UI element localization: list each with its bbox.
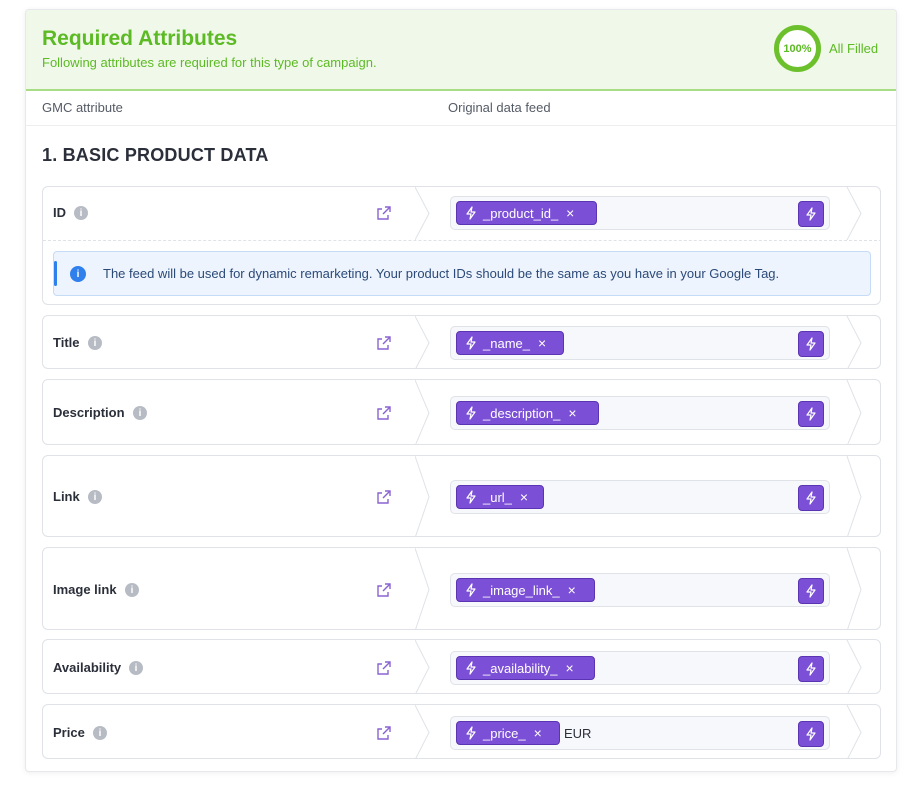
lightning-icon [465, 490, 477, 504]
data-feed-input[interactable]: _name_ × [450, 326, 830, 360]
lightning-icon [465, 336, 477, 350]
close-icon[interactable]: × [565, 661, 573, 675]
feed-field-chip[interactable]: _image_link_ × [456, 578, 595, 602]
external-link-icon[interactable] [376, 582, 392, 598]
attribute-row-link: Link i _url_ × [42, 455, 881, 537]
info-icon: i [70, 266, 86, 282]
column-header-gmc: GMC attribute [42, 100, 123, 115]
lightning-button[interactable] [798, 721, 824, 747]
close-icon[interactable]: × [568, 583, 576, 597]
chip-label: _image_link_ [483, 582, 560, 598]
feed-field-chip[interactable]: _availability_ × [456, 656, 595, 680]
lightning-icon [465, 726, 477, 740]
close-icon[interactable]: × [520, 490, 528, 504]
section-title: 1. BASIC PRODUCT DATA [42, 145, 269, 165]
lightning-button[interactable] [798, 656, 824, 682]
currency-suffix[interactable]: EUR [564, 726, 591, 741]
feed-field-chip[interactable]: _url_ × [456, 485, 544, 509]
close-icon[interactable]: × [534, 726, 542, 740]
lightning-icon [465, 206, 477, 220]
external-link-icon[interactable] [376, 205, 392, 221]
page-title: Required Attributes [42, 27, 238, 50]
notice-accent-bar [54, 261, 57, 286]
attribute-name: Description [53, 405, 125, 420]
lightning-icon [465, 406, 477, 420]
feed-field-chip[interactable]: _product_id_ × [456, 201, 597, 225]
feed-field-chip[interactable]: _description_ × [456, 401, 599, 425]
attribute-row-id: ID i _product_id_ × i The feed will be used f… [42, 186, 881, 305]
close-icon[interactable]: × [538, 336, 546, 350]
lightning-icon [465, 583, 477, 597]
row-divider [43, 240, 880, 241]
column-header-divider [26, 125, 896, 126]
info-icon[interactable]: i [93, 726, 107, 740]
progress-status-label: All Filled [829, 41, 879, 56]
remarketing-notice: i The feed will be used for dynamic remar… [53, 251, 871, 296]
attribute-row-image-link: Image link i _image_link_ × [42, 547, 881, 630]
data-feed-input[interactable]: _product_id_ × [450, 196, 830, 230]
chip-label: _availability_ [483, 660, 558, 676]
external-link-icon[interactable] [376, 335, 392, 351]
data-feed-input[interactable]: _description_ × [450, 396, 830, 430]
external-link-icon[interactable] [376, 489, 392, 505]
required-attributes-card: Required Attributes Following attributes… [25, 9, 897, 772]
external-link-icon[interactable] [376, 660, 392, 676]
info-icon[interactable]: i [88, 336, 102, 350]
feed-field-chip[interactable]: _name_ × [456, 331, 564, 355]
data-feed-input[interactable]: _availability_ × [450, 651, 830, 685]
chip-label: _name_ [483, 335, 530, 351]
lightning-button[interactable] [798, 578, 824, 604]
info-icon[interactable]: i [133, 406, 147, 420]
chip-label: _description_ [483, 405, 561, 421]
feed-field-chip[interactable]: _price_ × [456, 721, 560, 745]
external-link-icon[interactable] [376, 725, 392, 741]
chip-label: _price_ [483, 725, 526, 741]
lightning-button[interactable] [798, 201, 824, 227]
attribute-row-availability: Availability i _availability_ × [42, 639, 881, 694]
lightning-button[interactable] [798, 401, 824, 427]
attribute-name: ID [53, 205, 66, 220]
attribute-name: Link [53, 489, 80, 504]
info-icon[interactable]: i [74, 206, 88, 220]
attribute-name: Price [53, 725, 85, 740]
chip-label: _url_ [483, 489, 512, 505]
attribute-name: Image link [53, 582, 117, 597]
attribute-name: Availability [53, 660, 122, 675]
close-icon[interactable]: × [568, 406, 576, 420]
column-header-feed: Original data feed [448, 100, 551, 115]
data-feed-input[interactable]: _image_link_ × [450, 573, 830, 607]
data-feed-input[interactable]: _url_ × [450, 480, 830, 514]
attribute-row-title: Title i _name_ × [42, 315, 881, 369]
card-header: Required Attributes Following attributes… [26, 10, 896, 91]
info-icon[interactable]: i [88, 490, 102, 504]
data-feed-input[interactable]: _price_ × EUR [450, 716, 830, 750]
info-icon[interactable]: i [125, 583, 139, 597]
chip-label: _product_id_ [483, 205, 559, 221]
external-link-icon[interactable] [376, 405, 392, 421]
close-icon[interactable]: × [566, 206, 574, 220]
attribute-name: Title [53, 335, 80, 350]
lightning-button[interactable] [798, 331, 824, 357]
notice-text: The feed will be used for dynamic remark… [103, 266, 780, 281]
attribute-row-description: Description i _description_ × [42, 379, 881, 445]
page-subtitle: Following attributes are required for th… [42, 55, 377, 70]
lightning-button[interactable] [798, 485, 824, 511]
info-icon[interactable]: i [129, 661, 143, 675]
lightning-icon [465, 661, 477, 675]
attribute-row-price: Price i _price_ × EUR [42, 704, 881, 759]
progress-ring: 100% [774, 25, 821, 72]
